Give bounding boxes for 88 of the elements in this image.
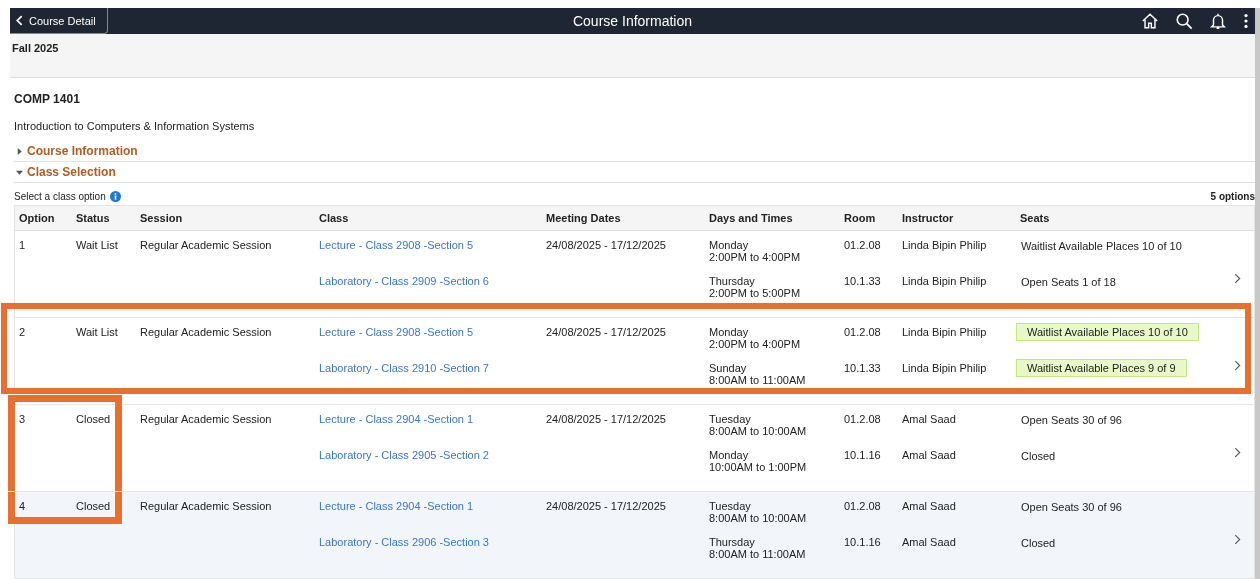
option-number: 3 [18, 413, 27, 427]
back-button[interactable]: Course Detail [10, 8, 108, 34]
chevron-right-icon[interactable] [1234, 359, 1241, 371]
chevron-right-icon[interactable] [1234, 533, 1241, 545]
class-link[interactable]: Laboratory - Class 2910 -Section 7 [315, 362, 542, 404]
column-header: Days and Times [708, 212, 794, 224]
options-count: 5 options [1210, 191, 1255, 202]
seats-text: Waitlist Available Places 10 of 10 [1020, 239, 1183, 253]
class-link[interactable]: Laboratory - Class 2906 -Section 3 [315, 536, 542, 578]
day-text: Monday 2:00PM to 4:00PM [708, 326, 802, 352]
section-header[interactable]: Class Selection [14, 162, 1255, 183]
instructor-name: Linda Bipin Philip [901, 326, 988, 340]
status-text: Closed [75, 413, 112, 427]
session-text: Regular Academic Session [139, 326, 273, 340]
column-header: Option [18, 212, 56, 224]
seats-text: Open Seats 1 of 18 [1020, 275, 1117, 289]
class-link[interactable]: Lecture - Class 2908 -Section 5 [315, 239, 542, 275]
meeting-dates: 24/08/2025 - 17/12/2025 [545, 500, 667, 514]
day-text: Monday 10:00AM to 1:00PM [708, 449, 808, 475]
class-link[interactable]: Lecture - Class 2904 -Section 1 [315, 413, 542, 449]
class-link[interactable]: Laboratory - Class 2905 -Section 2 [315, 449, 542, 491]
page-title: Course Information [572, 13, 693, 29]
course-code: COMP 1401 [14, 92, 81, 106]
seats-text: Waitlist Available Places 10 of 10 [1016, 323, 1199, 341]
section-header[interactable]: Course Information [14, 141, 1255, 162]
instructor-name: Amal Saad [901, 449, 957, 463]
instructor-name: Linda Bipin Philip [901, 239, 988, 253]
expand-triangle-icon [16, 147, 23, 155]
day-text: Monday 2:00PM to 4:00PM [708, 239, 802, 265]
instructor-name: Linda Bipin Philip [901, 362, 988, 376]
chevron-right-icon[interactable] [1234, 446, 1241, 458]
status-text: Wait List [75, 326, 119, 340]
room-text: 01.2.08 [843, 500, 882, 514]
seats-text: Open Seats 30 of 96 [1020, 500, 1123, 514]
class-link[interactable]: Lecture - Class 2904 -Section 1 [315, 500, 542, 536]
search-icon[interactable] [1175, 12, 1193, 30]
session-text: Regular Academic Session [139, 239, 273, 253]
column-header: Meeting Dates [545, 212, 622, 224]
column-header: Room [843, 212, 877, 224]
more-menu-icon[interactable] [1243, 12, 1249, 30]
instructor-name: Amal Saad [901, 536, 957, 550]
term-label: Fall 2025 [12, 42, 59, 54]
meeting-dates: 24/08/2025 - 17/12/2025 [545, 326, 667, 340]
room-text: 10.1.33 [843, 275, 882, 289]
day-text: Tuesday 8:00AM to 10:00AM [708, 500, 808, 526]
room-text: 01.2.08 [843, 413, 882, 427]
home-icon[interactable] [1141, 12, 1159, 30]
room-text: 01.2.08 [843, 326, 882, 340]
column-header: Class [318, 212, 350, 224]
seats-text: Waitlist Available Places 9 of 9 [1016, 359, 1187, 377]
column-header: Seats [1019, 212, 1051, 224]
instructor-name: Linda Bipin Philip [901, 275, 988, 289]
class-link[interactable]: Lecture - Class 2908 -Section 5 [315, 326, 542, 362]
seats-text: Closed [1020, 536, 1057, 550]
room-text: 10.1.16 [843, 536, 882, 550]
column-header: Status [75, 212, 111, 224]
session-text: Regular Academic Session [139, 413, 273, 427]
seats-text: Closed [1020, 449, 1057, 463]
room-text: 01.2.08 [843, 239, 882, 253]
bell-icon[interactable] [1209, 12, 1227, 30]
expand-triangle-icon [16, 168, 23, 176]
chevron-right-icon[interactable] [1234, 272, 1241, 284]
scrollbar[interactable] [1255, 8, 1260, 579]
prompt-text: Select a class option [14, 191, 106, 202]
class-link[interactable]: Laboratory - Class 2909 -Section 6 [315, 275, 542, 317]
column-header: Instructor [901, 212, 955, 224]
seats-text: Open Seats 30 of 96 [1020, 413, 1123, 427]
status-text: Closed [75, 500, 112, 514]
back-chevron-icon [16, 15, 23, 26]
option-number: 4 [18, 500, 27, 514]
info-icon[interactable] [109, 191, 121, 202]
course-name: Introduction to Computers & Information Systems [14, 120, 256, 132]
instructor-name: Amal Saad [901, 500, 957, 514]
day-text: Thursday 8:00AM to 11:00AM [708, 536, 807, 562]
meeting-dates: 24/08/2025 - 17/12/2025 [545, 239, 667, 253]
column-header: Session [139, 212, 184, 224]
day-text: Sunday 8:00AM to 11:00AM [708, 362, 807, 388]
option-number: 1 [18, 239, 27, 253]
instructor-name: Amal Saad [901, 413, 957, 427]
session-text: Regular Academic Session [139, 500, 273, 514]
option-number: 2 [18, 326, 27, 340]
day-text: Thursday 2:00PM to 5:00PM [708, 275, 802, 301]
class-option-row[interactable] [15, 492, 1254, 578]
meeting-dates: 24/08/2025 - 17/12/2025 [545, 413, 667, 427]
status-text: Wait List [75, 239, 119, 253]
room-text: 10.1.16 [843, 449, 882, 463]
day-text: Tuesday 8:00AM to 10:00AM [708, 413, 808, 439]
room-text: 10.1.33 [843, 362, 882, 376]
